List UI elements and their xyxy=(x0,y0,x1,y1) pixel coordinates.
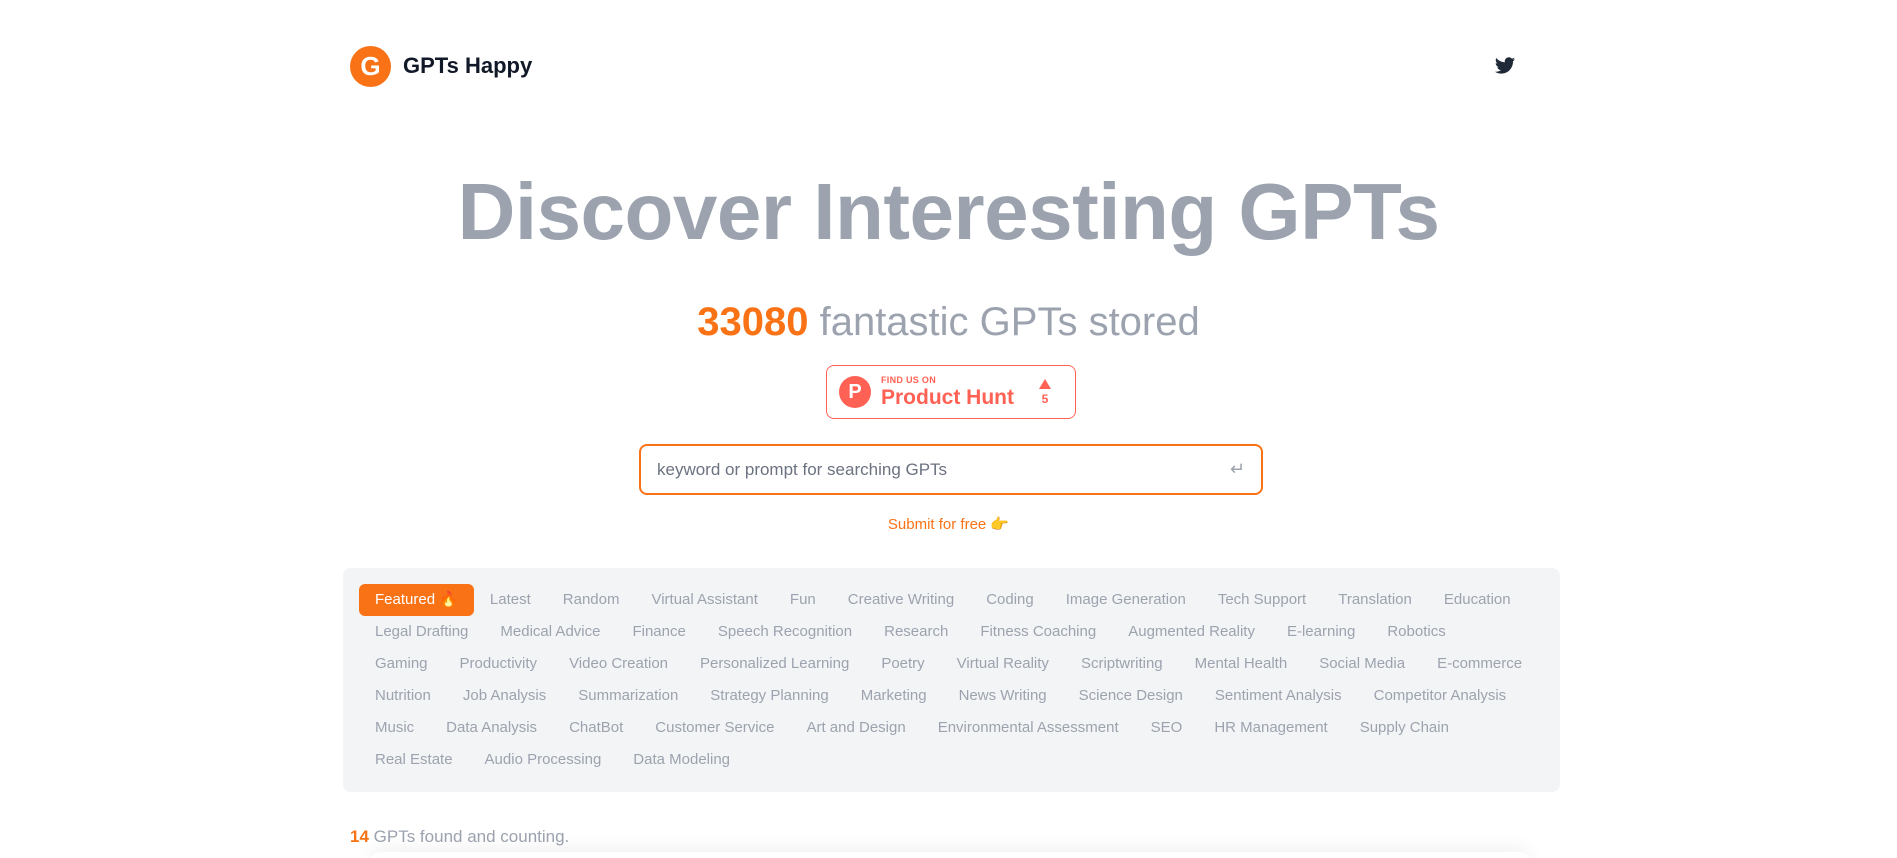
category-tag[interactable]: Supply Chain xyxy=(1344,712,1465,744)
hero-subtitle: 33080 fantastic GPTs stored xyxy=(0,300,1897,345)
category-tag[interactable]: Marketing xyxy=(845,680,943,712)
category-tags: Featured 🔥 Latest Random Virtual Assistant F… xyxy=(359,584,1544,776)
category-tag[interactable]: HR Management xyxy=(1198,712,1343,744)
search-box: ↵ xyxy=(639,444,1263,495)
category-tag[interactable]: Music xyxy=(359,712,430,744)
category-tag[interactable]: Translation xyxy=(1322,584,1428,616)
submit-link-row: Submit for free 👉 xyxy=(0,515,1897,533)
enter-icon[interactable]: ↵ xyxy=(1230,459,1245,480)
vote-count: 5 xyxy=(1041,391,1049,406)
brand-name[interactable]: GPTs Happy xyxy=(403,53,532,79)
category-tag[interactable]: Virtual Assistant xyxy=(635,584,773,616)
category-tag[interactable]: Productivity xyxy=(444,648,554,680)
category-tag[interactable]: Social Media xyxy=(1303,648,1421,680)
category-tag[interactable]: ChatBot xyxy=(553,712,639,744)
category-tag[interactable]: Finance xyxy=(616,616,701,648)
category-tag[interactable]: Random xyxy=(547,584,636,616)
category-tag[interactable]: Job Analysis xyxy=(447,680,562,712)
product-hunt-votes: 5 xyxy=(1039,378,1051,406)
category-tag[interactable]: Art and Design xyxy=(790,712,921,744)
category-tag[interactable]: Coding xyxy=(970,584,1050,616)
category-tag[interactable]: Education xyxy=(1428,584,1527,616)
submit-for-free-link[interactable]: Submit for free 👉 xyxy=(888,516,1009,533)
category-tag[interactable]: Gaming xyxy=(359,648,444,680)
stored-count: 33080 xyxy=(697,300,809,344)
site-header: G GPTs Happy xyxy=(350,44,1522,88)
category-tag[interactable]: Speech Recognition xyxy=(702,616,868,648)
category-tag[interactable]: Virtual Reality xyxy=(941,648,1065,680)
category-tag[interactable]: Mental Health xyxy=(1179,648,1304,680)
category-tag[interactable]: E-learning xyxy=(1271,616,1371,648)
category-tag[interactable]: Science Design xyxy=(1063,680,1199,712)
product-hunt-text: FIND US ON Product Hunt xyxy=(881,375,1014,409)
category-tag[interactable]: Strategy Planning xyxy=(694,680,844,712)
category-tag[interactable]: SEO xyxy=(1135,712,1199,744)
category-tag[interactable]: Fitness Coaching xyxy=(964,616,1112,648)
category-tag[interactable]: Audio Processing xyxy=(469,744,618,776)
result-card[interactable] xyxy=(370,852,1530,858)
results-suffix: GPTs found and counting. xyxy=(368,827,570,846)
category-tag[interactable]: Creative Writing xyxy=(832,584,970,616)
category-tag[interactable]: Latest xyxy=(474,584,547,616)
category-tag[interactable]: Robotics xyxy=(1371,616,1461,648)
category-tag[interactable]: Customer Service xyxy=(639,712,790,744)
category-tag[interactable]: Sentiment Analysis xyxy=(1199,680,1358,712)
upvote-arrow-icon xyxy=(1039,378,1051,389)
stored-count-suffix: fantastic GPTs stored xyxy=(808,300,1200,344)
search-input[interactable] xyxy=(657,459,1230,480)
brand[interactable]: G GPTs Happy xyxy=(350,45,532,87)
category-tag[interactable]: Real Estate xyxy=(359,744,469,776)
category-tag[interactable]: Nutrition xyxy=(359,680,447,712)
hero-title: Discover Interesting GPTs xyxy=(457,167,1440,256)
category-tag[interactable]: Legal Drafting xyxy=(359,616,484,648)
twitter-icon[interactable] xyxy=(1494,55,1516,77)
product-hunt-small-text: FIND US ON xyxy=(881,375,937,385)
category-tag[interactable]: Featured 🔥 xyxy=(359,584,474,616)
category-tag[interactable]: Environmental Assessment xyxy=(922,712,1135,744)
results-count: 14 GPTs found and counting. xyxy=(350,827,569,847)
category-tag[interactable]: Poetry xyxy=(865,648,940,680)
category-tag[interactable]: Data Modeling xyxy=(617,744,746,776)
category-tag[interactable]: Personalized Learning xyxy=(684,648,865,680)
category-tag[interactable]: Augmented Reality xyxy=(1112,616,1271,648)
category-tag[interactable]: Image Generation xyxy=(1050,584,1202,616)
category-tag[interactable]: Fun xyxy=(774,584,832,616)
results-number: 14 xyxy=(350,827,369,846)
category-tag[interactable]: Tech Support xyxy=(1202,584,1322,616)
product-hunt-badge[interactable]: P FIND US ON Product Hunt 5 xyxy=(826,365,1076,419)
category-tag[interactable]: Data Analysis xyxy=(430,712,553,744)
category-tag[interactable]: News Writing xyxy=(943,680,1063,712)
category-tag[interactable]: Medical Advice xyxy=(484,616,616,648)
logo-icon[interactable]: G xyxy=(350,45,391,87)
category-tag[interactable]: Scriptwriting xyxy=(1065,648,1179,680)
category-tags-panel: Featured 🔥 Latest Random Virtual Assistant F… xyxy=(343,568,1560,792)
product-hunt-name: Product Hunt xyxy=(881,386,1014,409)
category-tag[interactable]: E-commerce xyxy=(1421,648,1538,680)
category-tag[interactable]: Summarization xyxy=(562,680,694,712)
category-tag[interactable]: Competitor Analysis xyxy=(1358,680,1523,712)
category-tag[interactable]: Research xyxy=(868,616,964,648)
product-hunt-logo-icon: P xyxy=(839,376,871,408)
category-tag[interactable]: Video Creation xyxy=(553,648,684,680)
